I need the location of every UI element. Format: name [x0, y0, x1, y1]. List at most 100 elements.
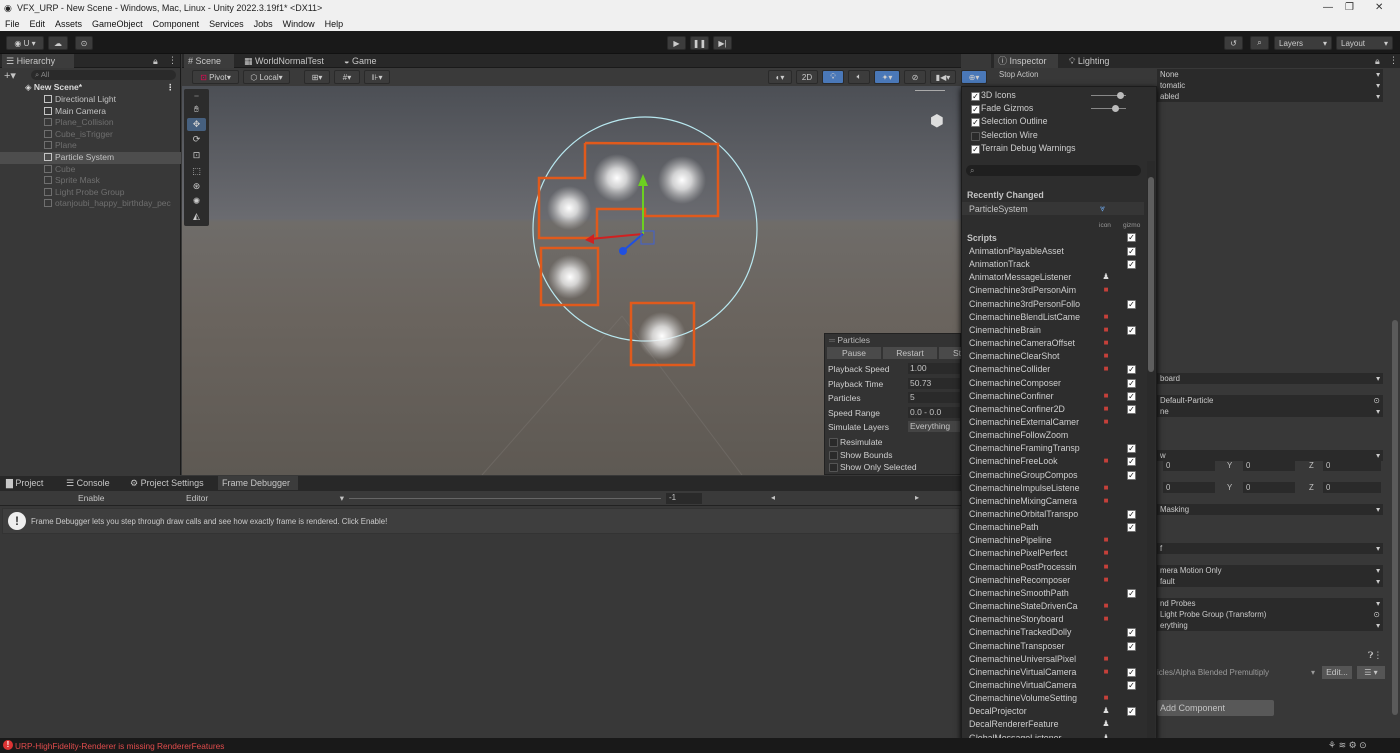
hierarchy-search-input[interactable]: ⌕ All: [31, 70, 176, 80]
hierarchy-item[interactable]: otanjoubi_happy_birthday_pec: [0, 198, 181, 210]
gizmo-scrollbar-thumb[interactable]: [1148, 177, 1154, 372]
increment-snap-icon[interactable]: ⊪▾: [364, 70, 390, 84]
menu-file[interactable]: File: [5, 19, 20, 29]
hierarchy-item[interactable]: Light Probe Group: [0, 187, 181, 199]
script-gizmo-row[interactable]: CinemachineFollowZoom: [962, 429, 1144, 442]
grid-visibility-icon[interactable]: #▾: [334, 70, 360, 84]
script-gizmo-row[interactable]: CinemachineFramingTransp ✓: [962, 442, 1144, 455]
cinemachine-icon[interactable]: ■: [1102, 549, 1110, 557]
cinemachine-icon[interactable]: ■: [1102, 312, 1110, 321]
tab-hierarchy[interactable]: ☰ Hierarchy: [2, 54, 74, 68]
probe-override-field[interactable]: Light Probe Group (Transform) ⊙: [1157, 609, 1383, 620]
lock-icon[interactable]: 🔒︎: [1375, 56, 1380, 67]
cinemachine-icon[interactable]: ■: [1102, 654, 1110, 663]
hierarchy-item[interactable]: Plane: [0, 140, 181, 152]
frame-counter-field[interactable]: -1: [666, 493, 702, 504]
gizmo-scrollbar[interactable]: [1147, 161, 1155, 738]
history-icon[interactable]: ↺: [1224, 36, 1243, 50]
status-icons[interactable]: ⚘ ≋ ⚙ ⊙: [1328, 740, 1367, 751]
script-gizmo-row[interactable]: CinemachinePostProcessin ■: [962, 561, 1144, 574]
fade-slider[interactable]: [1091, 108, 1126, 109]
cinemachine-icon[interactable]: ■: [1102, 562, 1110, 571]
script-gizmo-row[interactable]: CinemachineClearShot ■: [962, 350, 1144, 363]
lighting-icon[interactable]: 💡︎: [822, 70, 844, 84]
script-gizmo-row[interactable]: CinemachineVirtualCamera ■ ✓: [962, 666, 1144, 679]
gizmos-dropdown-icon[interactable]: ⊕▾: [961, 70, 987, 84]
step-button[interactable]: ▶|: [713, 36, 732, 50]
cinemachine-icon[interactable]: ■: [1102, 602, 1110, 610]
script-gizmo-row[interactable]: CinemachineGroupCompos ✓: [962, 469, 1144, 482]
cinemachine-icon[interactable]: ■: [1102, 352, 1110, 360]
script-gizmo-row[interactable]: CinemachineConfiner ■ ✓: [962, 390, 1144, 403]
inspector-scrollbar[interactable]: [1392, 320, 1398, 715]
script-gizmo-row[interactable]: CinemachineVirtualCamera ✓: [962, 679, 1144, 692]
script-gizmo-row[interactable]: CinemachinePath ✓: [962, 521, 1144, 534]
culling-dropdown[interactable]: tomatic ▾: [1157, 80, 1383, 91]
cinemachine-icon[interactable]: ■: [1102, 575, 1110, 584]
prev-frame-icon[interactable]: ◂: [771, 493, 775, 502]
minimize-icon[interactable]: —: [1323, 2, 1333, 13]
account-dropdown[interactable]: ◉ U ▾: [6, 36, 44, 50]
particles-toggle-checkbox[interactable]: [829, 438, 838, 447]
rotate-tool-icon[interactable]: ⟳: [187, 133, 206, 146]
add-component-button[interactable]: Add Component: [1157, 700, 1274, 716]
script-gizmo-row[interactable]: CinemachineRecomposer ■: [962, 574, 1144, 587]
cloud-icon[interactable]: ☁: [48, 36, 68, 50]
gizmo-toggle-checkbox[interactable]: ✓: [971, 92, 980, 101]
trail-material-field[interactable]: ne ▾: [1157, 406, 1383, 417]
script-gizmo-row[interactable]: CinemachineBrain ■ ✓: [962, 324, 1144, 337]
menu-component[interactable]: Component: [153, 19, 200, 29]
local-dropdown[interactable]: ⬡ Local ▾: [243, 70, 290, 84]
more-icon[interactable]: ⋮: [168, 55, 177, 66]
script-gizmo-row[interactable]: AnimatorMessageListener ♟: [962, 271, 1144, 284]
script-gizmo-row[interactable]: CinemachineCameraOffset ■: [962, 337, 1144, 350]
search-icon[interactable]: ⌕: [1250, 36, 1269, 50]
scene-menu-icon[interactable]: [915, 90, 945, 100]
menu-services[interactable]: Services: [209, 19, 244, 29]
render-mode-dropdown[interactable]: board ▾: [1157, 373, 1383, 384]
script-gizmo-checkbox[interactable]: ✓: [1127, 404, 1136, 414]
material-field[interactable]: Default-Particle ⊙: [1157, 395, 1383, 406]
tab-frame-debugger[interactable]: Frame Debugger: [218, 476, 298, 490]
cinemachine-icon[interactable]: ■: [1102, 483, 1110, 492]
menu-help[interactable]: Help: [325, 19, 344, 29]
cinemachine-icon[interactable]: ■: [1102, 391, 1110, 400]
script-gizmo-row[interactable]: DecalProjector ♟ ✓: [962, 705, 1144, 718]
script-gizmo-row[interactable]: CinemachineTransposer ✓: [962, 640, 1144, 653]
recent-item-row[interactable]: ParticleSystem ⩔: [962, 202, 1144, 215]
script-gizmo-row[interactable]: CinemachineVolumeSetting ■: [962, 692, 1144, 705]
layers-dropdown[interactable]: Layers ▾: [1274, 36, 1332, 50]
gizmo-toggle-checkbox[interactable]: ✓: [971, 105, 980, 115]
pivot-x-field[interactable]: 0: [1163, 460, 1215, 471]
tab-worldnormaltest[interactable]: ▦ WorldNormalTest: [240, 54, 332, 68]
menu-gameobject[interactable]: GameObject: [92, 19, 143, 29]
tab-lighting[interactable]: 💡︎ Lighting: [1065, 54, 1119, 68]
shader-options-icon[interactable]: ☰ ▾: [1357, 666, 1385, 679]
script-gizmo-row[interactable]: CinemachineMixingCamera ■: [962, 495, 1144, 508]
status-error-message[interactable]: URP-HighFidelity-Renderer is missing Ren…: [15, 741, 224, 751]
enable-button[interactable]: Enable: [78, 493, 104, 503]
move-tool-icon[interactable]: ✥: [187, 118, 206, 131]
add-icon[interactable]: +▾: [4, 69, 16, 82]
icon-size-slider-handle[interactable]: [1117, 92, 1124, 99]
cinemachine-icon[interactable]: ■: [1102, 286, 1110, 294]
script-gizmo-row[interactable]: CinemachineUniversalPixel ■: [962, 653, 1144, 666]
script-gizmo-checkbox[interactable]: ✓: [1127, 470, 1136, 480]
script-gizmo-checkbox[interactable]: ✓: [1127, 299, 1136, 309]
hierarchy-item[interactable]: Sprite Mask: [0, 175, 181, 187]
cinemachine-icon[interactable]: ■: [1102, 404, 1110, 413]
scene-orientation-gizmo[interactable]: ⬢: [930, 111, 944, 131]
cinemachine-icon[interactable]: ■: [1102, 694, 1110, 702]
rect-tool-icon[interactable]: ⬚: [187, 165, 206, 178]
collab-icon[interactable]: ⊙: [75, 36, 93, 50]
grid-snap-icon[interactable]: ⊞▾: [304, 70, 330, 84]
tab-inspector[interactable]: ⓘ Inspector: [994, 54, 1058, 68]
tab-project[interactable]: ▇ Project: [2, 476, 54, 490]
tab-project-settings[interactable]: ⚙ Project Settings: [126, 476, 210, 490]
target-dropdown[interactable]: Editor ▾: [186, 493, 344, 503]
cinemachine-icon[interactable]: ■: [1102, 417, 1110, 426]
particles-toggle-checkbox[interactable]: [829, 450, 838, 460]
particles-row-value[interactable]: 0.0 - 0.0: [908, 406, 960, 418]
hierarchy-item[interactable]: Plane_Collision: [0, 117, 181, 129]
scene-root[interactable]: ◈ New Scene* ⋮: [0, 82, 181, 94]
